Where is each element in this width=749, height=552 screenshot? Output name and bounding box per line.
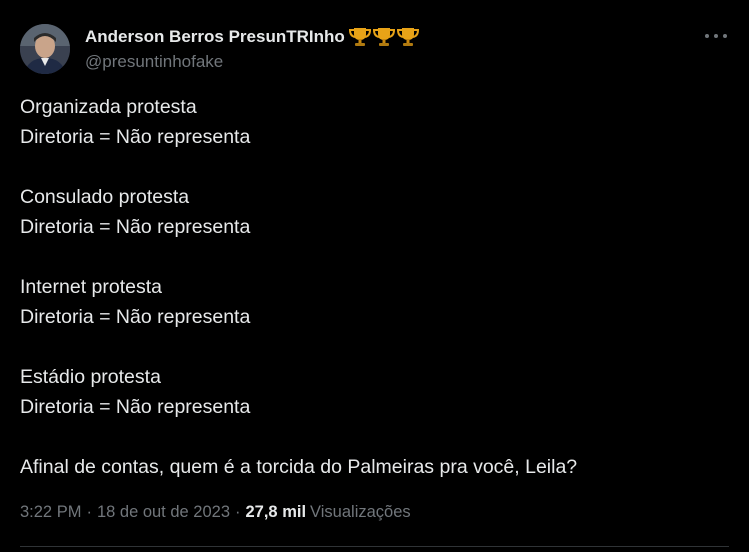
author-name[interactable]: Anderson Berros PresunTRInho xyxy=(85,27,345,47)
more-options-icon[interactable] xyxy=(705,28,727,44)
divider xyxy=(20,546,729,547)
avatar[interactable] xyxy=(20,24,70,74)
tweet-line: Consulado protesta xyxy=(20,186,190,208)
meta-separator: · xyxy=(86,503,92,521)
tweet-date[interactable]: 18 de out de 2023 xyxy=(97,503,230,522)
trophy-icon xyxy=(396,28,419,46)
author-name-row: Anderson Berros PresunTRInho xyxy=(85,25,420,49)
views-count: 27,8 mil xyxy=(245,503,307,521)
tweet-meta: 3:22 PM · 18 de out de 2023 · 27,8 mil V… xyxy=(20,503,411,522)
tweet-line: Internet protesta xyxy=(20,276,163,298)
tweet-line: Diretoria = Não representa xyxy=(20,396,251,418)
views-label: Visualizações xyxy=(310,503,411,521)
tweet-line: Afinal de contas, quem é a torcida do Pa… xyxy=(20,456,578,478)
trophy-icon xyxy=(372,28,395,46)
avatar-image xyxy=(20,24,70,74)
author-handle[interactable]: @presuntinhofake xyxy=(85,52,223,72)
badge-list xyxy=(348,26,420,48)
tweet-time[interactable]: 3:22 PM xyxy=(20,503,81,522)
tweet-line: Organizada protesta xyxy=(20,96,197,118)
tweet-line: Diretoria = Não representa xyxy=(20,306,251,328)
tweet-line: Diretoria = Não representa xyxy=(20,216,251,238)
meta-separator: · xyxy=(235,503,241,521)
tweet-text: Organizada protesta Diretoria = Não repr… xyxy=(20,92,720,482)
tweet-line: Diretoria = Não representa xyxy=(20,126,251,148)
trophy-icon xyxy=(348,28,371,46)
tweet-card: Anderson Berros PresunTRInho @presuntinh… xyxy=(0,0,749,552)
tweet-line: Estádio protesta xyxy=(20,366,161,388)
